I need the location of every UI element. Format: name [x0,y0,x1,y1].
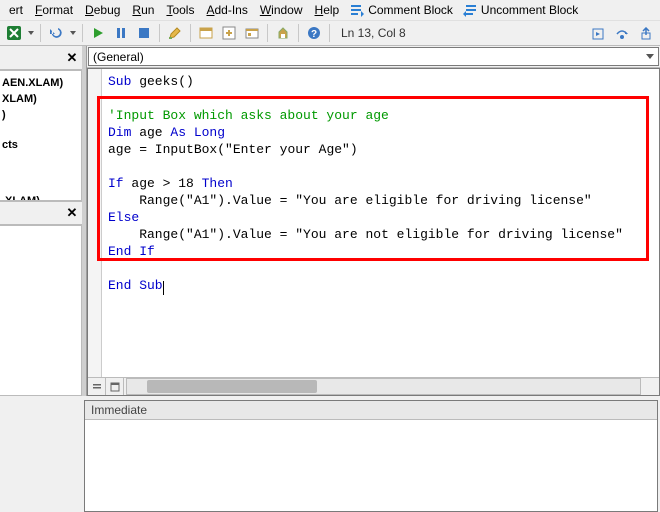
run-button[interactable] [88,23,108,43]
step-into-button[interactable] [588,24,608,44]
tree-item[interactable]: XLAM) [2,91,79,107]
bottom-area: Immediate [0,400,660,512]
stop-button[interactable] [134,23,154,43]
menu-insert[interactable]: ert [4,2,28,18]
design-mode-button[interactable] [165,23,185,43]
object-dropdown[interactable]: (General) [88,47,659,66]
toolbox-button[interactable] [273,23,293,43]
separator [40,24,41,42]
procedure-view-button[interactable] [88,378,106,395]
code-editor[interactable]: Sub geeks() 'Input Box which asks about … [87,68,660,396]
tree-item[interactable]: cts [2,137,79,153]
menu-bar: ert Format Debug Run Tools Add-Ins Windo… [0,0,660,20]
pause-button[interactable] [111,23,131,43]
code-panel: (General) Sub geeks() 'Input Box which a… [86,46,660,396]
separator [82,24,83,42]
project-explorer-button[interactable] [196,23,216,43]
code-view-footer [88,377,659,395]
object-browser-button[interactable] [242,23,262,43]
menu-window[interactable]: Window [255,2,308,18]
uncomment-block-button[interactable]: Uncomment Block [459,2,582,18]
menu-run[interactable]: Run [127,2,159,18]
dropdown-arrow-icon[interactable] [69,23,77,43]
properties-header: ✕ [0,201,82,225]
step-out-button[interactable] [636,24,656,44]
project-explorer-header: ✕ [0,46,82,70]
scrollbar-thumb[interactable] [147,380,317,393]
uncomment-icon [463,3,477,17]
properties-panel[interactable] [0,225,82,396]
immediate-window[interactable]: Immediate [84,400,658,512]
tree-item[interactable]: AEN.XLAM) [2,75,79,91]
svg-text:?: ? [311,29,317,40]
tree-item[interactable]: ) [2,107,79,123]
dropdown-arrow-icon[interactable] [27,23,35,43]
comment-icon [350,3,364,17]
right-toolbar [588,24,656,44]
object-proc-row: (General) [87,46,660,68]
tree-item[interactable]: .XLAM) [2,193,79,201]
help-button[interactable]: ? [304,23,324,43]
object-dropdown-value: (General) [93,50,144,64]
close-icon[interactable]: ✕ [64,50,80,66]
code-text[interactable]: Sub geeks() 'Input Box which asks about … [88,69,659,298]
menu-help[interactable]: Help [310,2,345,18]
chevron-down-icon [646,54,654,59]
immediate-title: Immediate [85,401,657,420]
separator [267,24,268,42]
full-module-view-button[interactable] [106,378,124,395]
menu-debug[interactable]: Debug [80,2,125,18]
toolbar: ? Ln 13, Col 8 [0,20,660,46]
separator [329,24,330,42]
cursor-position: Ln 13, Col 8 [335,26,412,40]
comment-block-button[interactable]: Comment Block [346,2,457,18]
undo-button[interactable] [46,23,66,43]
separator [159,24,160,42]
close-icon[interactable]: ✕ [64,205,80,221]
text-cursor [163,281,164,295]
project-explorer-tree[interactable]: AEN.XLAM) XLAM) ) cts .XLAM) [0,70,82,201]
properties-button[interactable] [219,23,239,43]
separator [298,24,299,42]
step-over-button[interactable] [612,24,632,44]
left-panels: ✕ AEN.XLAM) XLAM) ) cts .XLAM) ✕ [0,46,82,396]
main-area: ✕ AEN.XLAM) XLAM) ) cts .XLAM) ✕ (Genera… [0,46,660,396]
menu-addins[interactable]: Add-Ins [201,2,252,18]
menu-tools[interactable]: Tools [161,2,199,18]
separator [190,24,191,42]
horizontal-scrollbar[interactable] [126,378,641,395]
excel-icon[interactable] [4,23,24,43]
menu-format[interactable]: Format [30,2,78,18]
